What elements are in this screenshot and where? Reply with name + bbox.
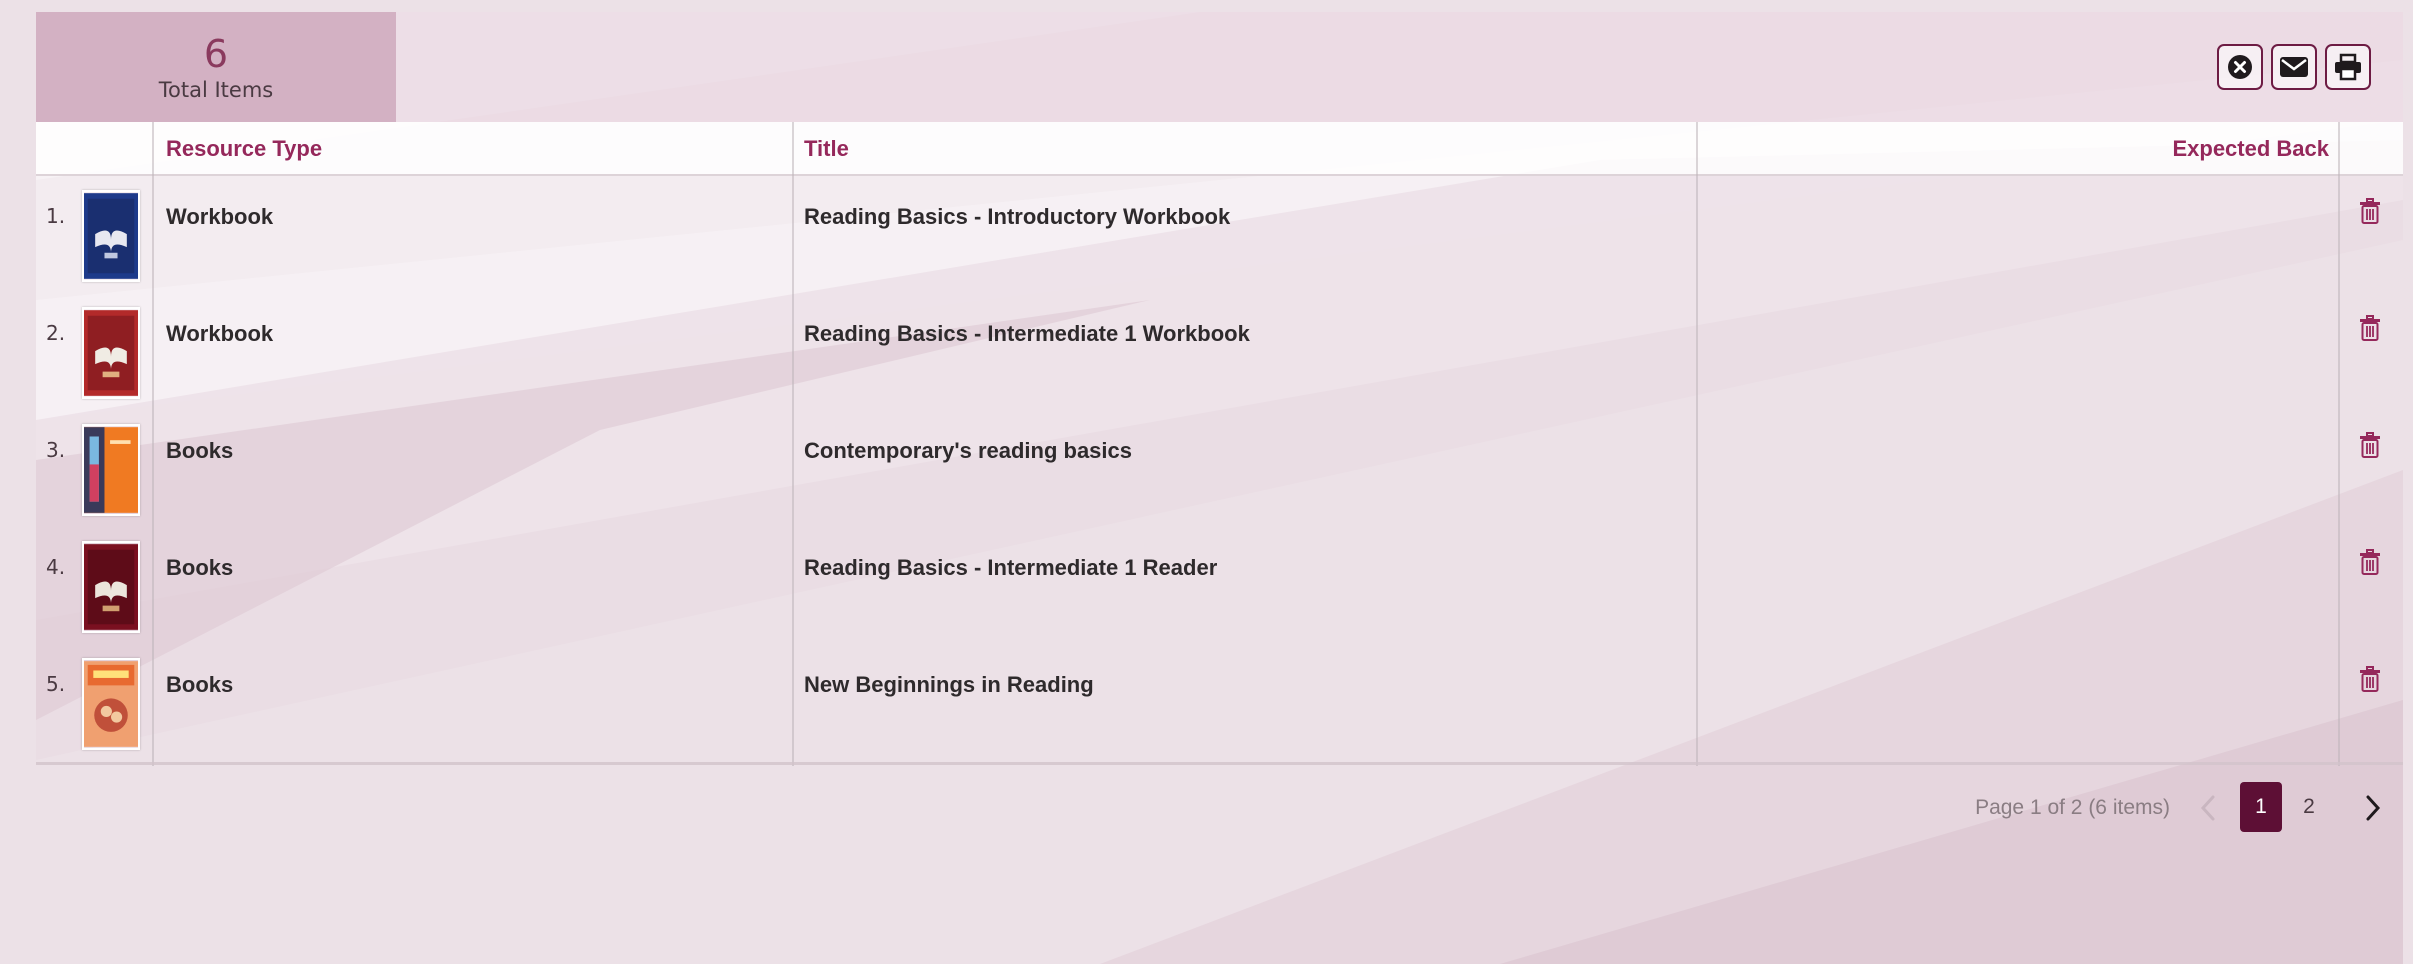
table-row: 3. Books Contemporary's reading basics (36, 410, 2403, 527)
items-table-body: 1. Workbook Reading Basics - Introductor… (36, 176, 2403, 761)
row-number: 1. (46, 204, 66, 228)
resource-type: Workbook (166, 321, 274, 346)
column-header-expected-back[interactable]: Expected Back (2172, 122, 2329, 176)
action-buttons (2217, 44, 2371, 90)
table-bottom-border (36, 762, 2403, 765)
item-title[interactable]: Reading Basics - Introductory Workbook (804, 204, 1230, 230)
resource-type: Books (166, 555, 234, 580)
total-items-count: 6 (203, 32, 229, 76)
column-header-title[interactable]: Title (804, 122, 849, 176)
print-button[interactable] (2325, 44, 2371, 90)
page-button-current[interactable]: 1 (2240, 782, 2282, 832)
book-cover-thumbnail[interactable] (82, 658, 140, 750)
book-cover-thumbnail[interactable] (82, 424, 140, 516)
item-title[interactable]: Reading Basics - Intermediate 1 Reader (804, 555, 1217, 581)
trash-icon[interactable] (2359, 432, 2381, 458)
chevron-right-icon[interactable] (2363, 794, 2383, 822)
envelope-icon (2280, 57, 2308, 77)
row-number: 5. (46, 672, 66, 696)
pagination-info: Page 1 of 2 (6 items) (1975, 796, 2170, 819)
item-title[interactable]: Reading Basics - Intermediate 1 Workbook (804, 321, 1250, 347)
resource-type: Workbook (166, 204, 274, 229)
total-items-label: Total Items (158, 78, 274, 102)
resource-type: Books (166, 438, 234, 463)
column-header-resource-type[interactable]: Resource Type (166, 122, 322, 176)
row-number: 4. (46, 555, 66, 579)
table-row: 4. Books Reading Basics - Intermediate 1… (36, 527, 2403, 644)
resource-type: Books (166, 672, 234, 697)
book-cover-thumbnail[interactable] (82, 307, 140, 399)
book-cover-thumbnail[interactable] (82, 190, 140, 282)
book-cover-thumbnail[interactable] (82, 541, 140, 633)
trash-icon[interactable] (2359, 666, 2381, 692)
total-items-box: 6 Total Items (36, 12, 396, 122)
trash-icon[interactable] (2359, 549, 2381, 575)
printer-icon (2335, 53, 2361, 81)
table-row: 1. Workbook Reading Basics - Introductor… (36, 176, 2403, 293)
table-header: Resource Type Title Expected Back (36, 122, 2403, 176)
chevron-left-icon[interactable] (2198, 794, 2218, 822)
trash-icon[interactable] (2359, 315, 2381, 341)
pagination: Page 1 of 2 (6 items) 1 2 (0, 782, 2403, 832)
item-title[interactable]: Contemporary's reading basics (804, 438, 1132, 464)
clear-button[interactable] (2217, 44, 2263, 90)
table-row: 5. Books New Beginnings in Reading (36, 644, 2403, 761)
page-button[interactable]: 2 (2289, 782, 2329, 832)
email-button[interactable] (2271, 44, 2317, 90)
row-number: 3. (46, 438, 66, 462)
close-circle-icon (2228, 55, 2252, 79)
trash-icon[interactable] (2359, 198, 2381, 224)
item-title[interactable]: New Beginnings in Reading (804, 672, 1094, 698)
row-number: 2. (46, 321, 66, 345)
table-row: 2. Workbook Reading Basics - Intermediat… (36, 293, 2403, 410)
cart-panel: 6 Total Items Resource Type Title Expect… (36, 12, 2403, 766)
